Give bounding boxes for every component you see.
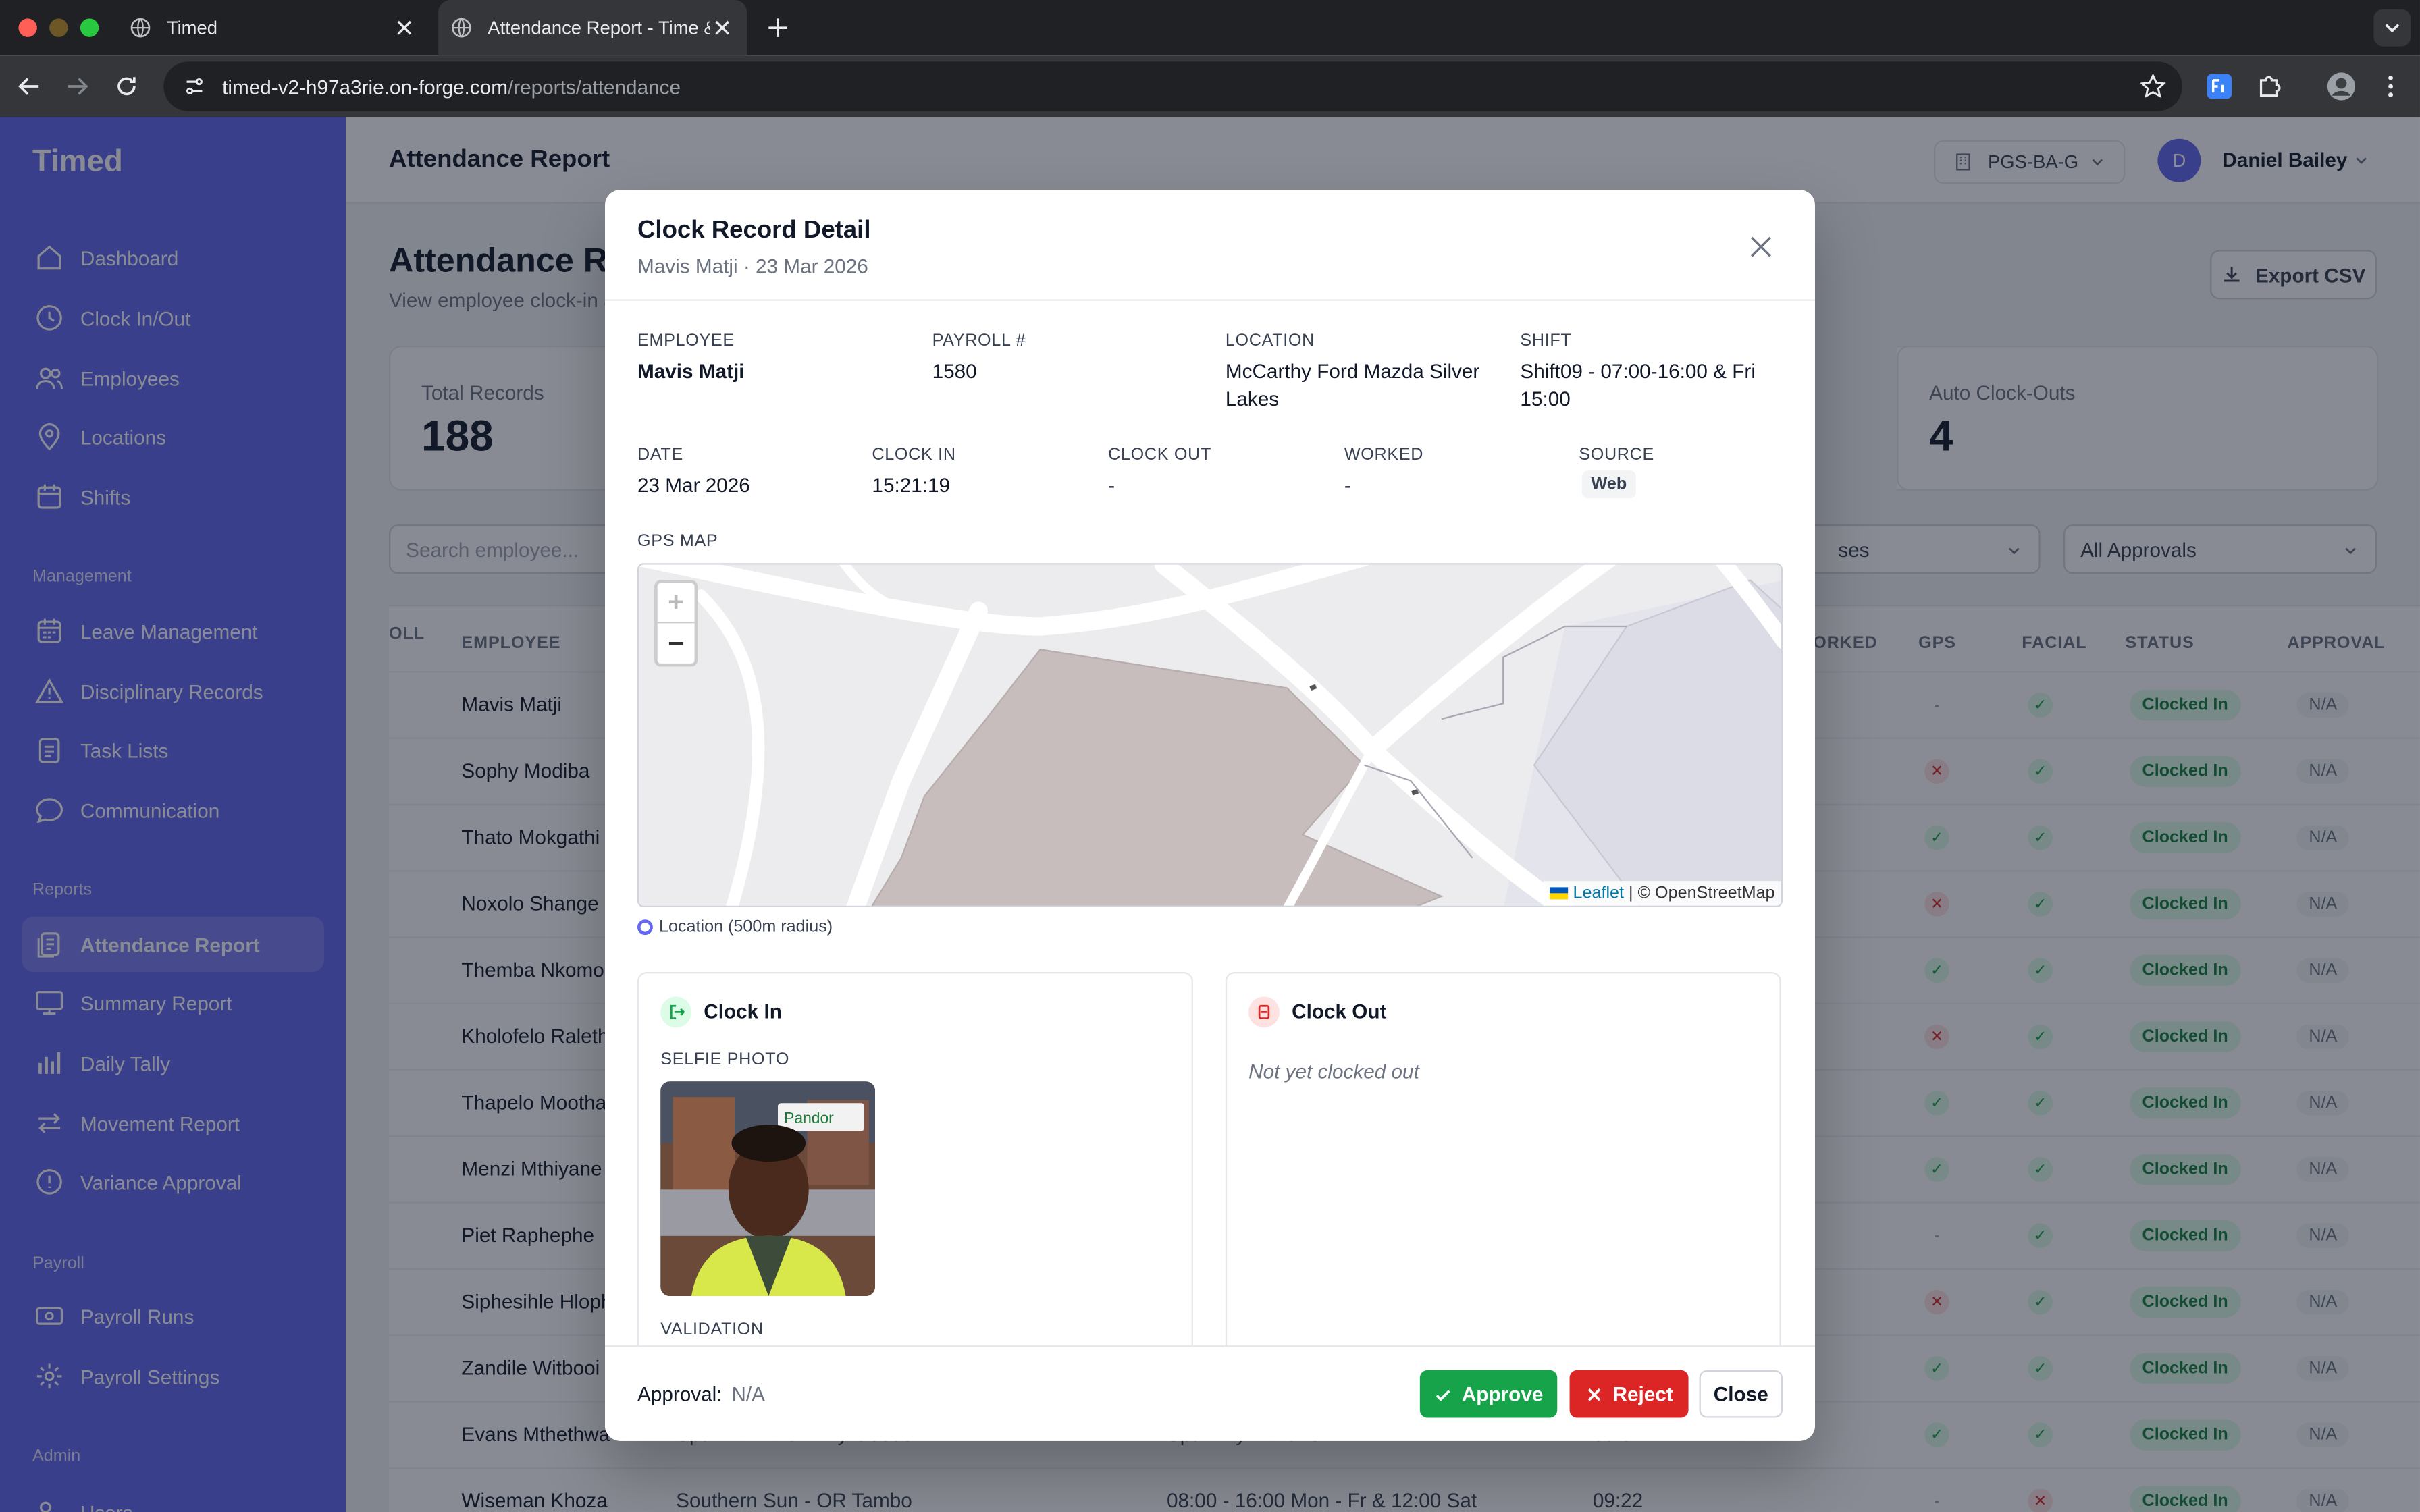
reject-label: Reject: [1612, 1382, 1673, 1406]
url-host: timed-v2-h97a3rie.on-forge.com: [222, 74, 508, 99]
source-label: SOURCE: [1579, 446, 1654, 464]
browser-menu-icon[interactable]: [2375, 71, 2406, 102]
window-close-button[interactable]: [18, 18, 37, 37]
close-button[interactable]: Close: [1699, 1370, 1783, 1418]
worked-label: WORKED: [1344, 446, 1424, 464]
map-legend: Location (500m radius): [637, 918, 833, 936]
globe-icon: [130, 18, 151, 38]
osm-attribution[interactable]: | © OpenStreetMap: [1629, 884, 1775, 902]
approval-label: Approval:: [637, 1382, 722, 1406]
reject-button[interactable]: Reject: [1569, 1370, 1689, 1418]
employee-label: EMPLOYEE: [637, 331, 735, 350]
shift-label: SHIFT: [1520, 331, 1572, 350]
shift-value: Shift09 - 07:00-16:00 & Fri 15:00: [1520, 359, 1756, 410]
validation-label: VALIDATION: [660, 1320, 764, 1339]
reload-icon[interactable]: [111, 71, 142, 102]
map-zoom-out-button[interactable]: −: [658, 623, 695, 663]
site-settings-icon[interactable]: [182, 74, 207, 99]
modal-title: Clock Record Detail: [637, 217, 871, 244]
approve-label: Approve: [1461, 1382, 1544, 1406]
address-bar[interactable]: timed-v2-h97a3rie.on-forge.com/reports/a…: [163, 61, 2182, 111]
selfie-image: Pandor: [660, 1081, 875, 1296]
clock-in-title: Clock In: [704, 1000, 782, 1023]
map-tiles: [639, 564, 1781, 906]
clock-out-empty: Not yet clocked out: [1248, 1060, 1419, 1083]
date-label: DATE: [637, 446, 683, 464]
date-value: 23 Mar 2026: [637, 473, 750, 497]
browser-tab-attendance[interactable]: Attendance Report - Time & A: [438, 0, 747, 56]
app-root: Timed Attendance Report - Time & A timed…: [0, 0, 2420, 1512]
url-path: /reports/attendance: [507, 74, 681, 99]
modal-subtitle: Mavis Matji · 23 Mar 2026: [637, 254, 868, 278]
clockin-label: CLOCK IN: [872, 446, 956, 464]
forward-icon[interactable]: [61, 71, 93, 102]
tab-label: Attendance Report - Time & A: [488, 17, 710, 39]
profile-avatar-icon[interactable]: [2326, 71, 2357, 102]
modal-footer: Approval: N/A Approve Reject Close: [604, 1345, 1815, 1441]
globe-icon: [452, 18, 471, 38]
map-legend-label: Location (500m radius): [658, 917, 833, 937]
selfie-sign-text: Pandor: [784, 1109, 834, 1127]
browser-toolbar: timed-v2-h97a3rie.on-forge.com/reports/a…: [0, 55, 2420, 117]
leaflet-link[interactable]: Leaflet: [1573, 884, 1624, 902]
x-icon: [1587, 1387, 1601, 1401]
map-zoom-in-button[interactable]: +: [657, 583, 695, 624]
tab-close-icon[interactable]: [710, 16, 735, 40]
selfie-photo-label: SELFIE PHOTO: [660, 1050, 790, 1069]
clock-in-panel: Clock In SELFIE PHOTO Pandor VALIDATION: [637, 971, 1193, 1346]
clock-out-icon: [1248, 996, 1280, 1028]
back-icon[interactable]: [14, 71, 45, 102]
location-value: McCarthy Ford Mazda Silver Lakes: [1225, 359, 1480, 410]
payroll-label: PAYROLL #: [932, 331, 1026, 350]
payroll-value: 1580: [932, 359, 977, 383]
clockout-value: -: [1108, 473, 1115, 497]
approve-button[interactable]: Approve: [1419, 1370, 1558, 1418]
approval-value: N/A: [731, 1382, 765, 1406]
source-badge: Web: [1581, 470, 1636, 499]
clockin-value: 15:21:19: [872, 473, 951, 497]
bookmark-star-icon[interactable]: [2138, 71, 2169, 102]
gps-map[interactable]: + − Leaflet | © OpenStreetMap: [637, 563, 1783, 907]
modal-header: Clock Record Detail Mavis Matji · 23 Mar…: [604, 190, 1815, 301]
radius-ring-icon: [637, 919, 653, 936]
browser-tab-bar: Timed Attendance Report - Time & A: [0, 0, 2420, 56]
puzzle-icon[interactable]: [2255, 71, 2286, 102]
check-icon: [1436, 1389, 1450, 1401]
extension-icon[interactable]: [2204, 71, 2235, 102]
window-maximize-button[interactable]: [80, 18, 99, 37]
close-icon[interactable]: [1747, 233, 1774, 261]
clock-out-panel: Clock Out Not yet clocked out: [1225, 971, 1781, 1346]
gps-map-label: GPS MAP: [637, 532, 718, 551]
window-minimize-button[interactable]: [49, 18, 68, 37]
ukraine-flag-icon: [1550, 887, 1569, 900]
tab-label: Timed: [166, 17, 218, 39]
clock-in-icon: [660, 996, 691, 1028]
tab-search-button[interactable]: [2373, 9, 2411, 47]
new-tab-icon[interactable]: [762, 12, 793, 43]
location-label: LOCATION: [1225, 331, 1315, 350]
map-attribution: Leaflet | © OpenStreetMap: [1544, 881, 1781, 906]
tab-close-icon[interactable]: [392, 16, 417, 40]
worked-value: -: [1344, 473, 1351, 497]
map-zoom-control: + −: [654, 580, 698, 667]
modal-body: EMPLOYEE Mavis Matji PAYROLL # 1580 LOCA…: [605, 301, 1815, 1346]
clockout-label: CLOCK OUT: [1108, 446, 1211, 464]
selfie-photo[interactable]: Pandor: [660, 1081, 875, 1296]
clock-out-title: Clock Out: [1292, 1000, 1387, 1023]
clock-record-modal: Clock Record Detail Mavis Matji · 23 Mar…: [604, 190, 1815, 1441]
login-arrow-icon: [670, 1004, 685, 1019]
logout-arrow-icon: [1258, 1004, 1270, 1019]
employee-value: Mavis Matji: [637, 359, 745, 383]
browser-tab-timed[interactable]: Timed: [111, 0, 429, 55]
chevron-down-icon: [2385, 24, 2400, 33]
